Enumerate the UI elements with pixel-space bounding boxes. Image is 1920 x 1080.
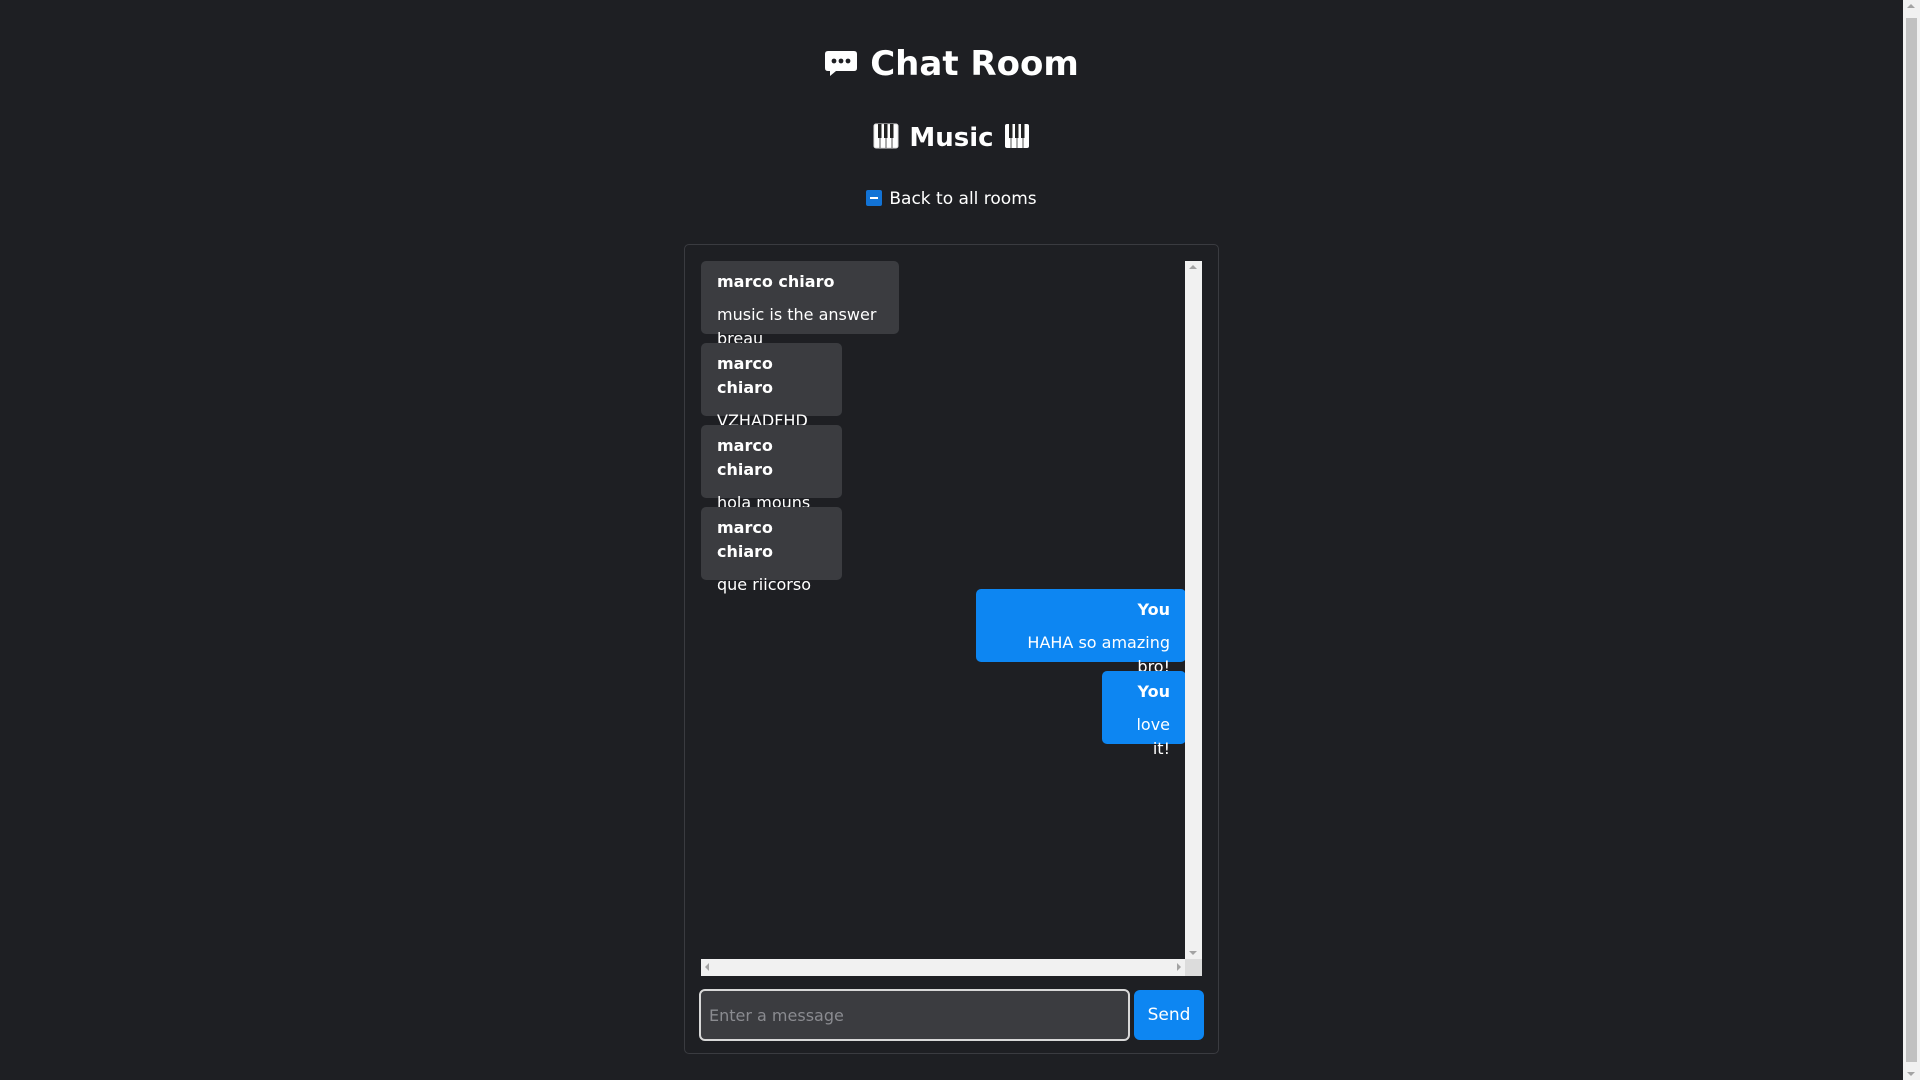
back-link-row: Back to all rooms (0, 187, 1903, 211)
page-scroll-down-arrow-icon[interactable] (1907, 1072, 1915, 1076)
message-composer: Send (699, 989, 1204, 1041)
speech-bubble-icon (825, 51, 858, 76)
message-bubble: marco chiaro hola mouns (701, 425, 842, 512)
message-sender: marco chiaro (717, 354, 774, 397)
message-input[interactable] (699, 989, 1130, 1041)
message-text: que riicorso (717, 575, 811, 594)
scroll-left-arrow-icon[interactable] (705, 963, 709, 971)
send-button[interactable]: Send (1134, 990, 1204, 1040)
message-sender: marco chiaro (717, 272, 835, 291)
back-link-label: Back to all rooms (889, 189, 1037, 209)
room-name: Music (909, 123, 994, 153)
message-bubble-own: You HAHA so amazing bro! (976, 589, 1186, 676)
page-title: Chat Room (0, 40, 1903, 88)
back-to-rooms-link[interactable]: Back to all rooms (866, 189, 1037, 209)
message-bubble: marco chiaro music is the answer breau (701, 261, 899, 348)
messages-scroll-area[interactable]: marco chiaro music is the answer breau m… (701, 261, 1202, 977)
scroll-right-arrow-icon[interactable] (1177, 963, 1181, 971)
page-scrollbar[interactable] (1903, 0, 1920, 1080)
piano-keys-icon (873, 123, 899, 149)
message-bubble: marco chiaro que riicorso (701, 507, 842, 594)
scroll-up-arrow-icon[interactable] (1189, 265, 1197, 269)
scrollbar-corner (1185, 959, 1202, 976)
message-bubble: marco chiaro VZHADFHD (701, 343, 842, 430)
message-sender: marco chiaro (717, 436, 774, 479)
message-sender: marco chiaro (717, 518, 774, 561)
scroll-down-arrow-icon[interactable] (1189, 951, 1197, 955)
messages-list: marco chiaro music is the answer breau m… (701, 261, 1186, 959)
message-sender: You (1137, 682, 1171, 701)
chat-page: Chat Room Music Back to all rooms marco … (0, 0, 1903, 1080)
message-text: love it! (1136, 715, 1170, 758)
page-title-text: Chat Room (870, 44, 1079, 84)
page-scroll-up-arrow-icon[interactable] (1907, 4, 1915, 8)
back-arrow-icon (866, 190, 883, 206)
page-scrollbar-thumb[interactable] (1906, 18, 1917, 1062)
message-bubble-own: You love it! (1102, 671, 1186, 758)
room-title: Music (0, 118, 1903, 158)
messages-horizontal-scrollbar[interactable] (701, 959, 1185, 976)
message-sender: You (1137, 600, 1171, 619)
piano-keys-icon (1004, 124, 1029, 148)
messages-vertical-scrollbar[interactable] (1185, 261, 1202, 959)
chat-panel: marco chiaro music is the answer breau m… (684, 244, 1219, 1054)
